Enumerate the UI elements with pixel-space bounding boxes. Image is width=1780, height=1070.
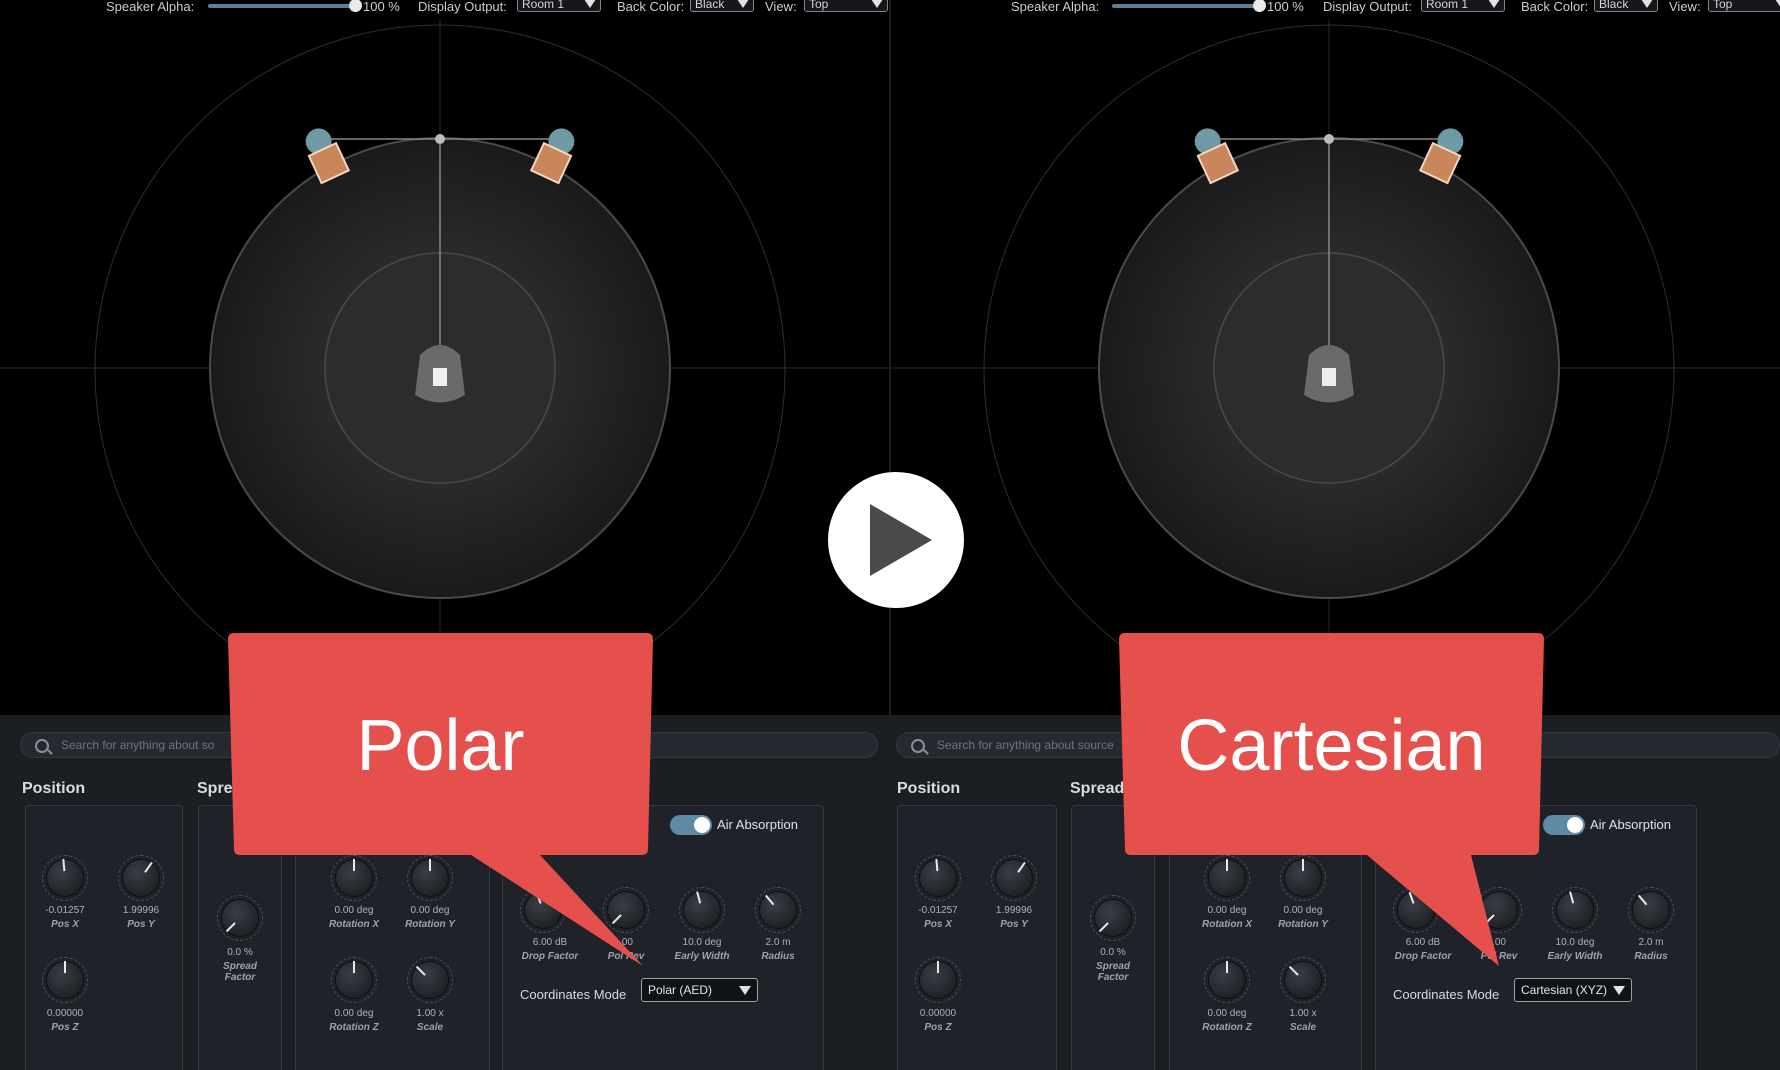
search-icon	[911, 739, 925, 753]
air-absorption-toggle[interactable]	[670, 815, 712, 835]
pos-z-label: Pos Z	[51, 1022, 79, 1033]
chevron-down-icon	[1613, 986, 1625, 995]
pos-z-value: 0.00000	[919, 1008, 957, 1019]
listener-head-icon	[415, 345, 465, 403]
scale-value: 1.00 x	[1289, 1008, 1317, 1019]
speaker-icon[interactable]	[1189, 123, 1240, 185]
left-panel: Speaker Alpha: 100 % Display Output: Roo…	[0, 0, 889, 1070]
speaker-icon[interactable]	[529, 123, 580, 185]
coordinates-mode-select[interactable]: Polar (AED)	[641, 978, 758, 1002]
coordinates-mode-select[interactable]: Cartesian (XYZ)	[1514, 978, 1632, 1002]
section-spread-title: Spread	[1070, 780, 1125, 797]
scale-value: 1.00 x	[416, 1008, 444, 1019]
speaker-icon[interactable]	[1418, 123, 1469, 185]
search-placeholder: Search for anything about so	[61, 738, 215, 752]
callout-polar-text: Polar	[356, 706, 525, 786]
callout-polar-text-box: Polar	[228, 705, 653, 805]
section-position-title: Position	[22, 780, 86, 797]
coordinates-mode-value: Cartesian (XYZ)	[1521, 983, 1608, 997]
speaker-icon[interactable]	[300, 123, 351, 185]
pos-z-value: 0.00000	[46, 1008, 84, 1019]
early-width-knob[interactable]	[1552, 887, 1598, 933]
pos-x-knob[interactable]	[915, 855, 961, 901]
early-width-knob[interactable]	[679, 887, 725, 933]
coordinates-mode-value: Polar (AED)	[648, 983, 713, 997]
scale-label: Scale	[416, 1022, 444, 1033]
scale-label: Scale	[1289, 1022, 1317, 1033]
coordinates-mode-label: Coordinates Mode	[1393, 987, 1500, 1002]
play-button[interactable]	[828, 472, 964, 608]
air-absorption-label: Air Absorption	[1590, 817, 1671, 832]
room-view[interactable]	[891, 0, 1780, 715]
pos-y-label: Pos Y	[1000, 919, 1028, 930]
radius-value: 2.0 m	[765, 937, 791, 948]
chevron-down-icon	[739, 986, 751, 995]
air-absorption-toggle[interactable]	[1543, 815, 1585, 835]
pos-z-knob[interactable]	[915, 957, 961, 1003]
pos-y-value: 1.99996	[122, 905, 160, 916]
pos-y-value: 1.99996	[995, 905, 1033, 916]
pos-z-knob[interactable]	[42, 957, 88, 1003]
pos-y-label: Pos Y	[127, 919, 155, 930]
air-absorption-label: Air Absorption	[717, 817, 798, 832]
pos-x-knob[interactable]	[42, 855, 88, 901]
play-icon	[870, 504, 932, 576]
radius-value: 2.0 m	[1638, 937, 1664, 948]
radius-label: Radius	[761, 951, 795, 962]
pos-y-knob[interactable]	[118, 855, 164, 901]
coordinates-mode-label: Coordinates Mode	[520, 987, 627, 1002]
radius-knob[interactable]	[1628, 887, 1674, 933]
callout-cartesian-text-box: Cartesian	[1119, 705, 1544, 805]
search-placeholder: Search for anything about source	[937, 738, 1114, 752]
room-view[interactable]	[0, 0, 889, 715]
source-point[interactable]	[435, 134, 445, 144]
right-panel: Speaker Alpha: 100 % Display Output: Roo…	[891, 0, 1780, 1070]
pos-z-label: Pos Z	[924, 1022, 952, 1033]
section-position-title: Position	[897, 780, 961, 797]
pos-y-knob[interactable]	[991, 855, 1037, 901]
listener-head-icon	[1304, 345, 1354, 403]
source-point[interactable]	[1324, 134, 1334, 144]
radius-label: Radius	[1634, 951, 1668, 962]
callout-cartesian-text: Cartesian	[1177, 706, 1486, 786]
search-icon	[35, 739, 49, 753]
radius-knob[interactable]	[755, 887, 801, 933]
